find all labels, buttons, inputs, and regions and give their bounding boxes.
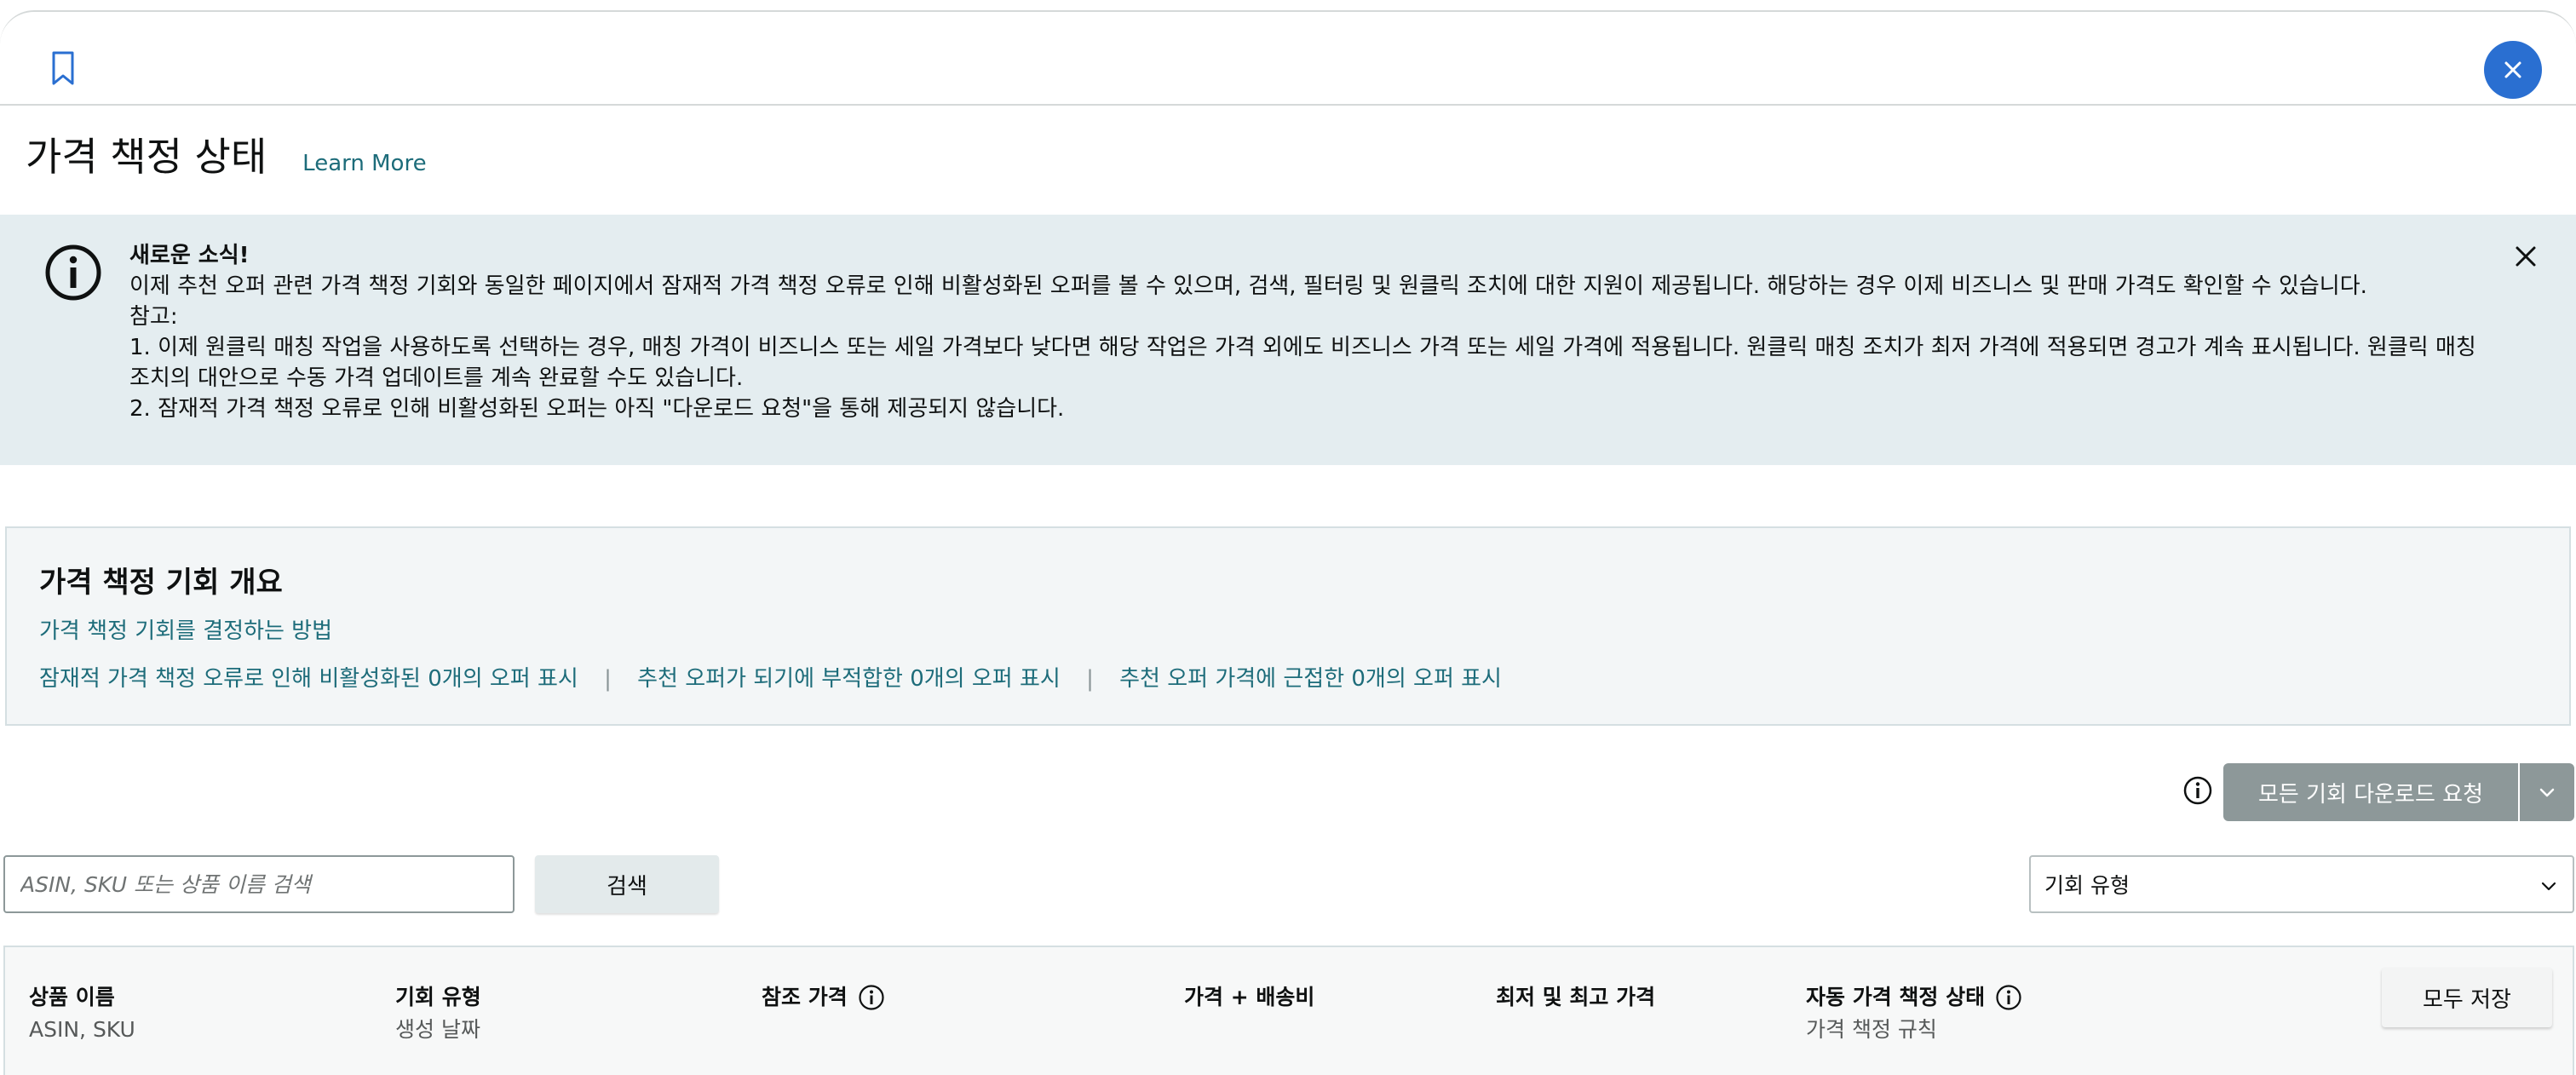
column-product-name[interactable]: 상품 이름 ASIN, SKU — [29, 981, 135, 1046]
banner-heading: 새로운 소식! — [129, 243, 250, 268]
banner-line: 이제 추천 오퍼 관련 가격 책정 기회와 동일한 페이지에서 잠재적 가격 책… — [129, 273, 2367, 299]
column-title: 최저 및 최고 가격 — [1496, 985, 1656, 1009]
opportunity-overview-panel: 가격 책정 기회 개요 가격 책정 기회를 결정하는 방법 잠재적 가격 책정 … — [5, 526, 2571, 726]
info-circle-icon[interactable] — [1995, 984, 2022, 1011]
column-title: 가격 + 배송비 — [1184, 985, 1315, 1009]
title-row: 가격 책정 상태 Learn More — [26, 126, 427, 187]
search-button[interactable]: 검색 — [535, 855, 719, 913]
table-header: 상품 이름 ASIN, SKU 기회 유형 생성 날짜 참조 가격 가격 + 배… — [3, 946, 2574, 1075]
close-button[interactable] — [2484, 41, 2542, 99]
column-opportunity-type[interactable]: 기회 유형 생성 날짜 — [395, 981, 481, 1046]
close-icon[interactable] — [2511, 242, 2540, 271]
column-reference-price[interactable]: 참조 가격 — [762, 981, 885, 1014]
page-title: 가격 책정 상태 — [26, 134, 267, 180]
info-circle-icon — [45, 244, 101, 301]
separator: | — [604, 666, 612, 692]
banner-note-2: 2. 잠재적 가격 책정 오류로 인해 비활성화된 오퍼는 아직 "다운로드 요… — [129, 396, 1065, 422]
info-circle-icon[interactable] — [858, 984, 885, 1011]
how-determined-link[interactable]: 가격 책정 기회를 결정하는 방법 — [39, 613, 332, 645]
overview-filters: 잠재적 가격 책정 오류로 인해 비활성화된 0개의 오퍼 표시 | 추천 오퍼… — [39, 661, 1502, 693]
filter-link-ineligible[interactable]: 추천 오퍼가 되기에 부적합한 0개의 오퍼 표시 — [637, 666, 1061, 692]
column-title: 참조 가격 — [762, 985, 848, 1009]
download-all-button[interactable]: 모든 기회 다운로드 요청 — [2223, 763, 2518, 821]
column-title: 자동 가격 책정 상태 — [1806, 985, 1986, 1009]
column-price-shipping[interactable]: 가격 + 배송비 — [1184, 981, 1314, 1014]
opportunity-type-select[interactable]: 기회 유형 — [2029, 855, 2574, 913]
chevron-down-icon — [2539, 788, 2555, 797]
overview-title: 가격 책정 기회 개요 — [39, 566, 283, 600]
column-title: 기회 유형 — [395, 985, 481, 1009]
bookmark-icon[interactable] — [48, 49, 78, 87]
filter-link-near-featured[interactable]: 추천 오퍼 가격에 근접한 0개의 오퍼 표시 — [1119, 666, 1502, 692]
chevron-down-icon — [2541, 882, 2556, 891]
banner-text: 새로운 소식! 이제 추천 오퍼 관련 가격 책정 기회와 동일한 페이지에서 … — [129, 240, 2498, 424]
download-options-toggle[interactable] — [2520, 763, 2574, 821]
column-min-max-price[interactable]: 최저 및 최고 가격 — [1496, 981, 1655, 1014]
separator: | — [1086, 666, 1094, 692]
banner-note-label: 참고: — [129, 304, 178, 330]
top-bar — [0, 10, 2576, 106]
column-subtitle: 생성 날짜 — [395, 1017, 480, 1042]
save-all-button[interactable]: 모두 저장 — [2382, 968, 2552, 1027]
column-title: 상품 이름 — [29, 985, 115, 1009]
close-icon — [2504, 61, 2521, 78]
select-value: 기회 유형 — [2044, 873, 2130, 898]
column-automate-pricing-status[interactable]: 자동 가격 책정 상태 가격 책정 규칙 — [1806, 981, 2022, 1046]
column-subtitle: ASIN, SKU — [29, 1017, 135, 1042]
info-circle-icon[interactable] — [2182, 775, 2213, 806]
filter-link-deactivated[interactable]: 잠재적 가격 책정 오류로 인해 비활성화된 0개의 오퍼 표시 — [39, 666, 578, 692]
learn-more-link[interactable]: Learn More — [302, 151, 426, 176]
column-subtitle: 가격 책정 규칙 — [1806, 1017, 1937, 1042]
banner-note-1: 1. 이제 원클릭 매칭 작업을 사용하도록 선택하는 경우, 매칭 가격이 비… — [129, 335, 2476, 391]
search-input[interactable] — [3, 855, 515, 913]
